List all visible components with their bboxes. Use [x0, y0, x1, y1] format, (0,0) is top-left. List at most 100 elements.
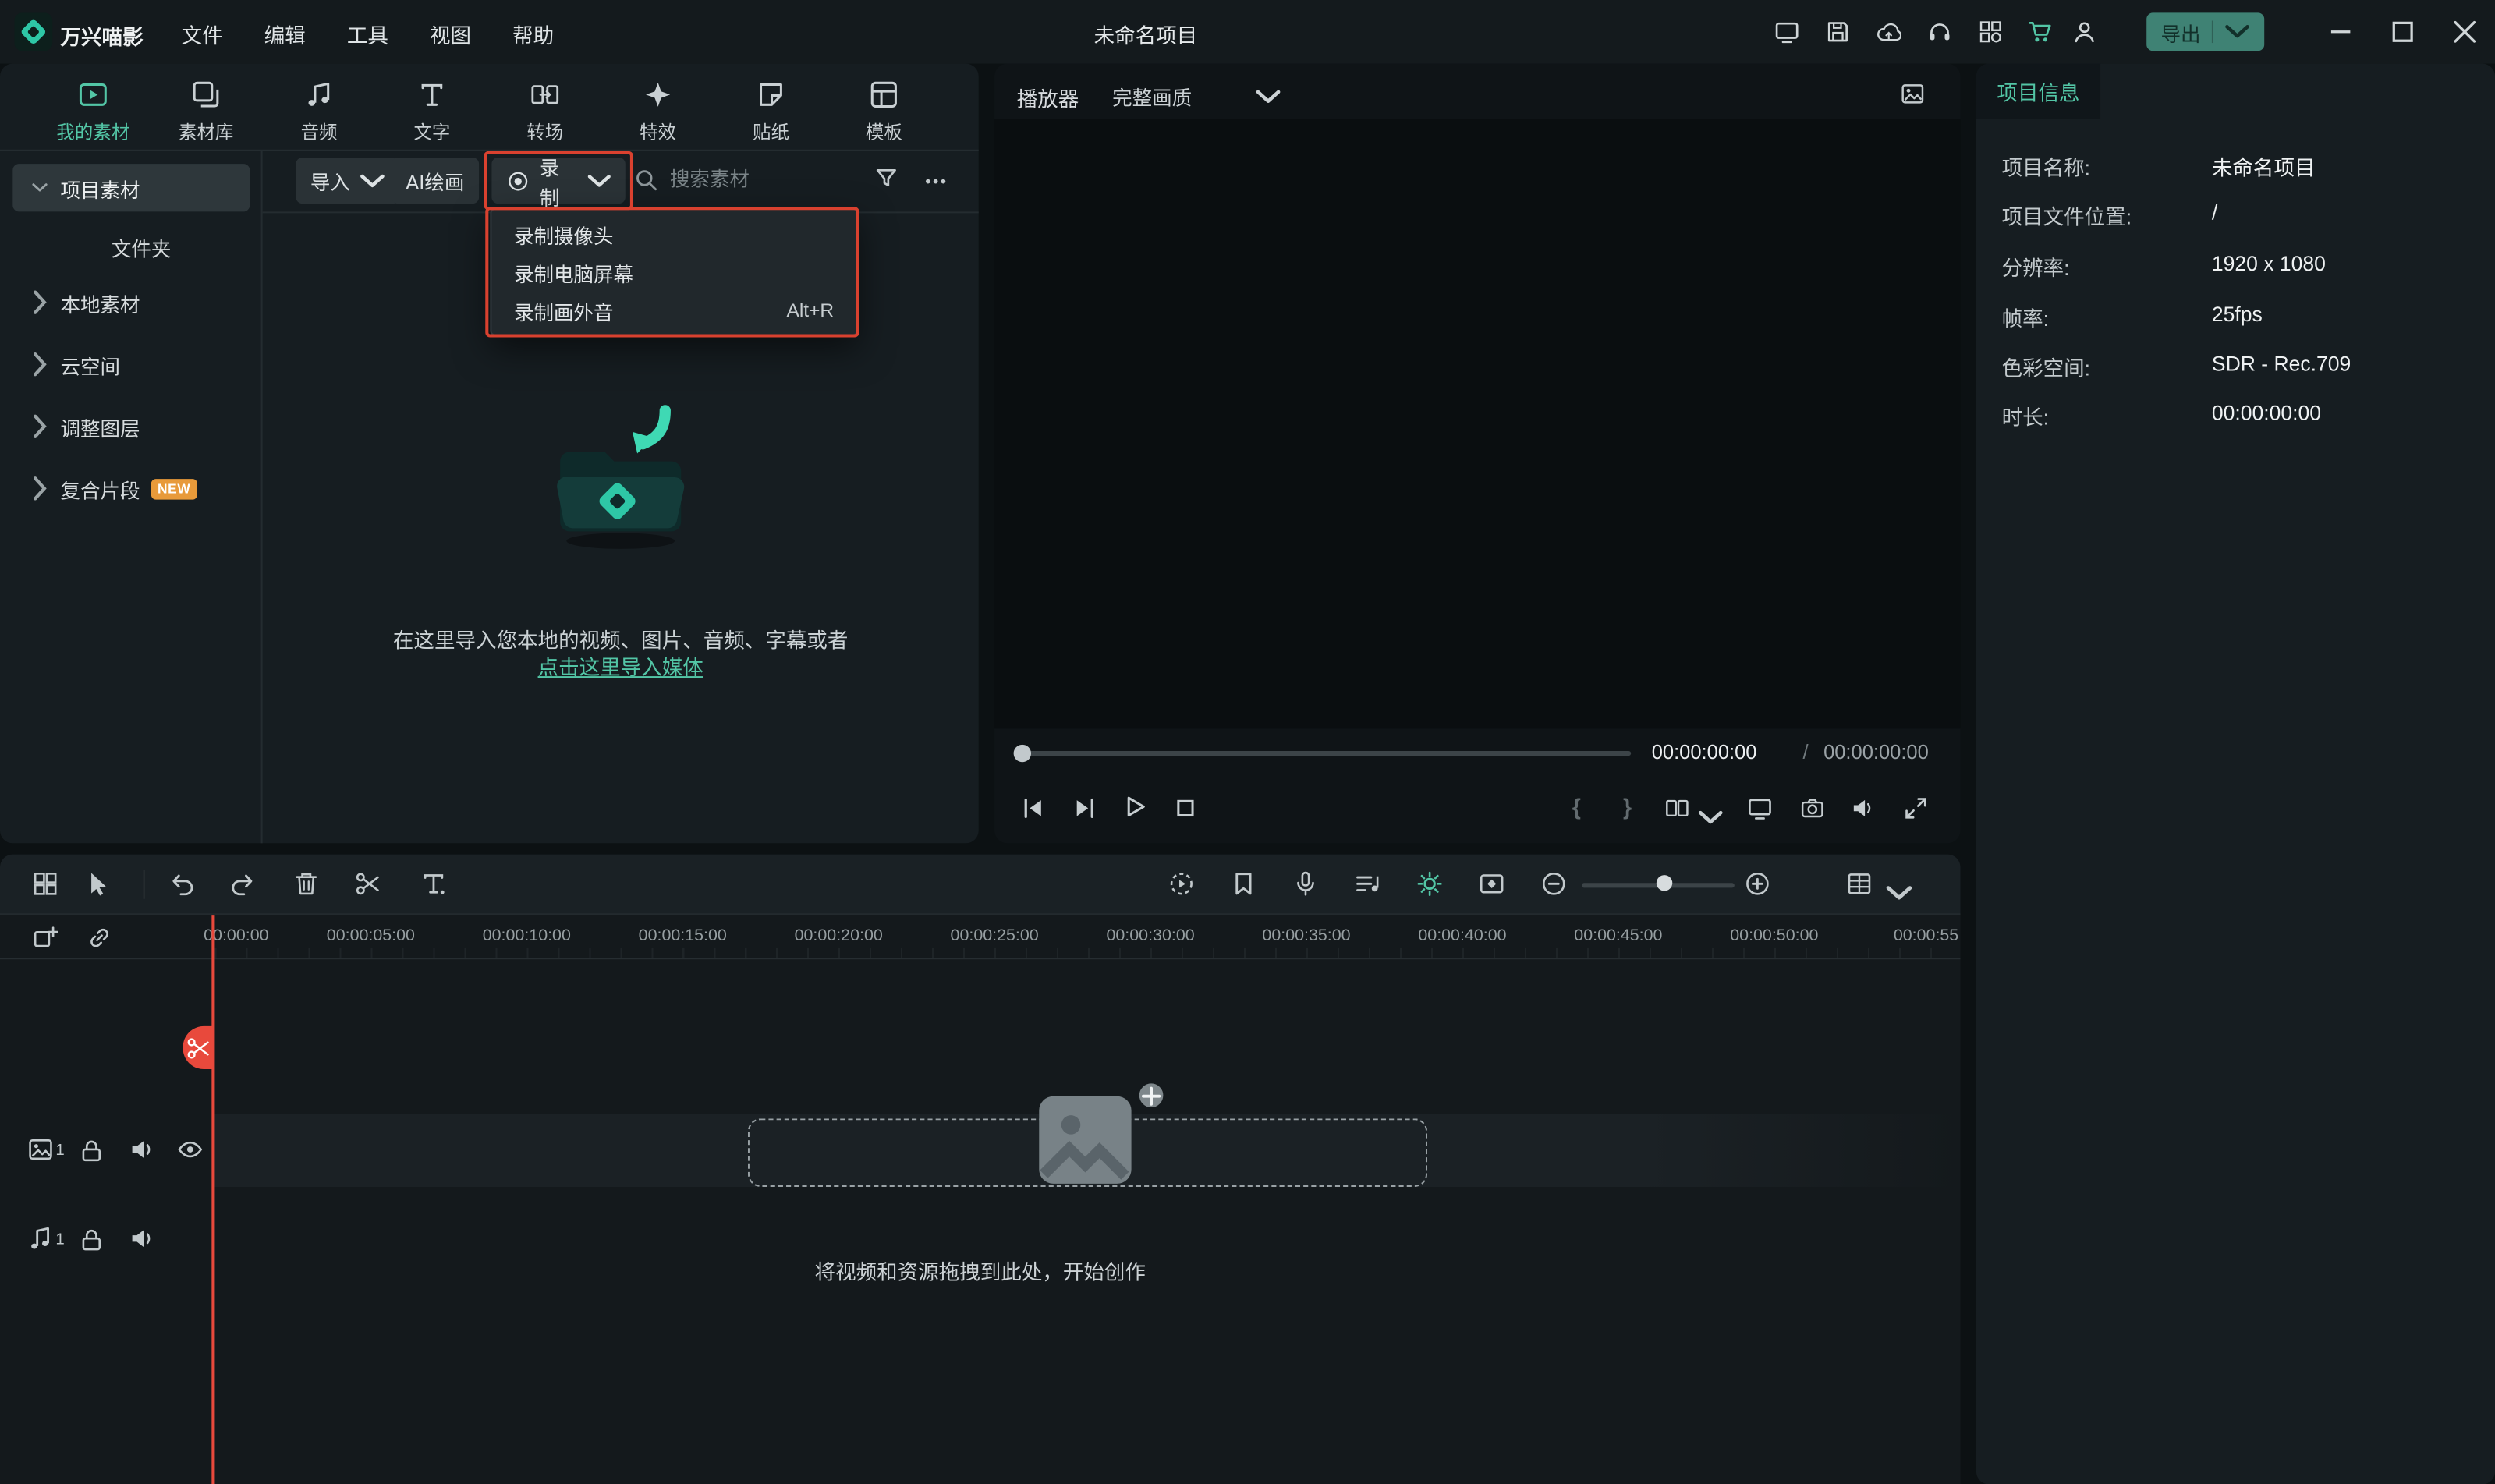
playhead-line[interactable] — [211, 915, 214, 1484]
field-value-resolution: 1920 x 1080 — [2212, 251, 2326, 275]
plugins-icon[interactable] — [1973, 14, 2008, 49]
render-preview-icon[interactable] — [1168, 870, 1196, 898]
lock-track-icon[interactable] — [78, 1138, 105, 1165]
playback-progress-handle[interactable] — [1014, 745, 1031, 762]
media-view-toggle-icon[interactable] — [32, 870, 59, 898]
audio-mixer-icon[interactable] — [1354, 870, 1381, 898]
chevron-down-icon[interactable] — [1886, 880, 1913, 907]
tab-audio[interactable]: 音频 — [263, 64, 376, 150]
snapshot-camera-icon[interactable] — [1799, 795, 1825, 821]
media-panel: 我的素材 素材库 音频 文字 转场 特效 贴纸 模板 项目素材 文件夹 本地素材 — [0, 64, 979, 844]
chevron-down-icon[interactable] — [1698, 805, 1724, 831]
split-scissors-icon[interactable] — [355, 870, 382, 898]
close-button[interactable] — [2441, 12, 2489, 51]
tab-transitions[interactable]: 转场 — [488, 64, 601, 150]
sidebar-item-folder[interactable]: 文件夹 — [12, 226, 250, 267]
tab-project-info[interactable]: 项目信息 — [1976, 64, 2100, 119]
ruler-label: 00:00:15:00 — [639, 926, 727, 944]
playback-progress-track[interactable] — [1019, 751, 1631, 756]
field-value-framerate: 25fps — [2212, 303, 2263, 327]
add-media-badge-icon[interactable] — [1136, 1080, 1167, 1110]
save-icon[interactable] — [1820, 14, 1855, 49]
hide-track-icon[interactable] — [176, 1136, 204, 1163]
sidebar-item-project-media[interactable]: 项目素材 — [12, 164, 250, 211]
maximize-button[interactable] — [2379, 12, 2426, 51]
marker-icon[interactable] — [1230, 870, 1257, 898]
play-button[interactable] — [1122, 794, 1147, 820]
field-label-project-path: 项目文件位置: — [2002, 200, 2132, 231]
menu-item-record-voiceover[interactable]: 录制画外音 Alt+R — [491, 291, 856, 329]
player-panel: 播放器 完整画质 00:00:00:00 / 00:00:00:00 { } — [994, 64, 1960, 844]
track-manager-icon[interactable] — [1846, 870, 1873, 898]
search-icon — [633, 167, 659, 193]
chevron-right-icon — [32, 476, 48, 501]
fullscreen-icon[interactable] — [1903, 795, 1929, 821]
voiceover-mic-icon[interactable] — [1292, 870, 1320, 898]
record-icon — [506, 168, 530, 193]
playback-quality-dropdown[interactable]: 完整画质 — [1112, 81, 1281, 112]
minimize-button[interactable] — [2317, 12, 2365, 51]
more-options-icon[interactable] — [923, 168, 948, 194]
mute-track-icon[interactable] — [129, 1136, 156, 1163]
next-frame-button[interactable] — [1072, 795, 1098, 821]
ai-paint-button[interactable]: AI绘画 — [392, 158, 479, 204]
undo-icon[interactable] — [168, 870, 196, 898]
tab-stickers[interactable]: 贴纸 — [714, 64, 828, 150]
stop-button[interactable] — [1173, 795, 1199, 821]
menu-item-tools[interactable]: 工具 — [347, 19, 388, 49]
menu-item-file[interactable]: 文件 — [182, 19, 223, 49]
search-input[interactable] — [670, 168, 817, 191]
mark-out-icon[interactable]: } — [1623, 794, 1632, 820]
mark-in-icon[interactable]: { — [1572, 794, 1581, 820]
time-separator: / — [1803, 742, 1809, 764]
ambient-light-icon[interactable] — [1416, 870, 1444, 898]
tab-templates[interactable]: 模板 — [828, 64, 941, 150]
preview-image-icon[interactable] — [1900, 81, 1926, 107]
import-media-link[interactable]: 点击这里导入媒体 — [538, 656, 703, 680]
redo-icon[interactable] — [229, 870, 257, 898]
zoom-in-icon[interactable] — [1744, 870, 1771, 898]
menu-item-record-screen[interactable]: 录制电脑屏幕 — [491, 253, 856, 291]
zoom-out-icon[interactable] — [1540, 870, 1568, 898]
volume-icon[interactable] — [1851, 795, 1877, 821]
link-clips-icon[interactable] — [86, 924, 113, 951]
add-text-icon[interactable] — [420, 870, 448, 898]
record-button[interactable]: 录制 — [491, 158, 625, 204]
timeline-zoom-handle[interactable] — [1657, 875, 1672, 891]
tab-effects[interactable]: 特效 — [601, 64, 714, 150]
export-button[interactable]: 导出 — [2146, 12, 2264, 51]
my-media-icon — [78, 80, 108, 110]
menu-item-edit[interactable]: 编辑 — [264, 19, 306, 49]
select-cursor-icon[interactable] — [86, 870, 113, 898]
sidebar-item-local-media[interactable]: 本地素材 — [12, 278, 250, 326]
playhead-scissors-handle[interactable] — [183, 1026, 214, 1069]
menu-item-record-camera[interactable]: 录制摄像头 — [491, 214, 856, 253]
lock-track-icon[interactable] — [78, 1227, 105, 1254]
tab-text[interactable]: 文字 — [375, 64, 488, 150]
tab-my-media[interactable]: 我的素材 — [37, 64, 150, 150]
sidebar-item-cloud-space[interactable]: 云空间 — [12, 341, 250, 388]
keyframe-icon[interactable] — [1478, 870, 1505, 898]
timeline-ruler[interactable]: 00:00:00 00:00:05:00 00:00:10:00 00:00:1… — [0, 915, 1961, 959]
tab-stock-library[interactable]: 素材库 — [150, 64, 263, 150]
sidebar-item-adjustment-layer[interactable]: 调整图层 — [12, 402, 250, 450]
sidebar-item-compound-clip[interactable]: 复合片段 NEW — [12, 465, 250, 512]
filter-icon[interactable] — [874, 165, 899, 191]
preview-viewport — [994, 119, 1960, 728]
menu-item-help[interactable]: 帮助 — [512, 19, 554, 49]
delete-icon[interactable] — [292, 870, 320, 898]
titlebar: 万兴喵影 文件 编辑 工具 视图 帮助 未命名项目 导出 — [0, 0, 2495, 64]
cart-icon[interactable] — [2022, 14, 2057, 49]
mute-track-icon[interactable] — [129, 1225, 156, 1252]
account-icon[interactable] — [2067, 14, 2102, 49]
menu-item-view[interactable]: 视图 — [430, 19, 471, 49]
effects-icon — [643, 80, 673, 110]
cloud-upload-icon[interactable] — [1871, 14, 1906, 49]
add-track-icon[interactable] — [32, 924, 59, 951]
previous-frame-button[interactable] — [1020, 795, 1046, 821]
second-monitor-icon[interactable] — [1747, 795, 1773, 821]
import-button[interactable]: 导入 — [296, 158, 399, 204]
display-device-icon[interactable] — [1770, 14, 1805, 49]
support-headset-icon[interactable] — [1923, 14, 1958, 49]
split-preview-icon[interactable] — [1664, 795, 1690, 821]
